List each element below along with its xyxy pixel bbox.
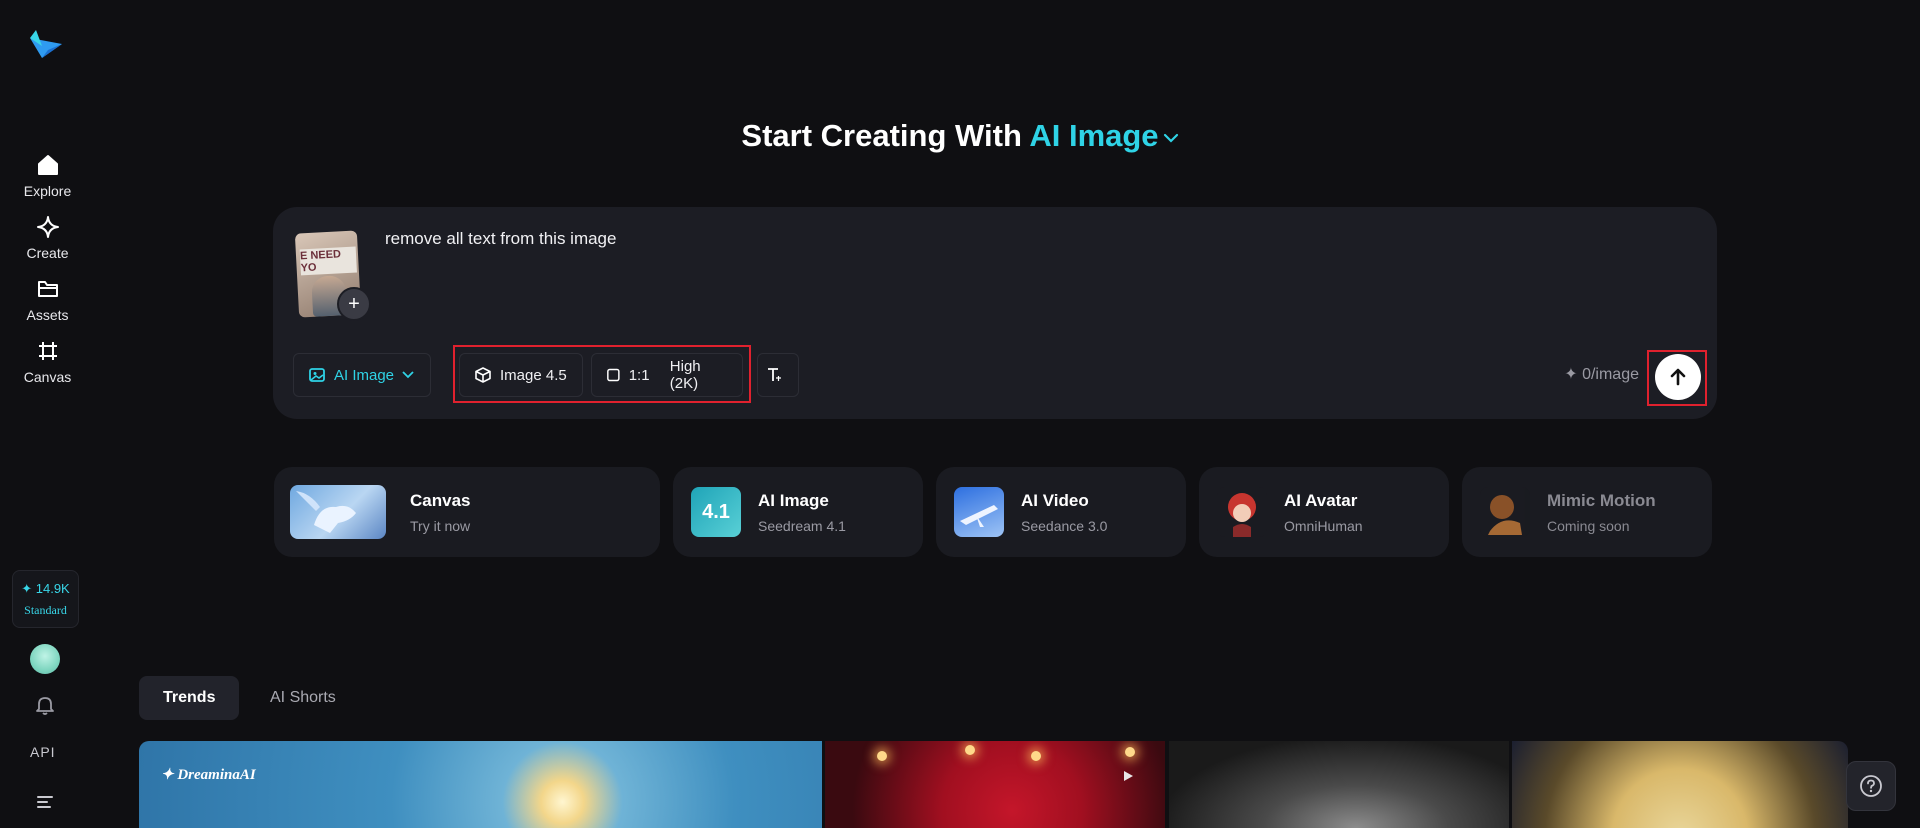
mode-dropdown[interactable]: AI Image <box>293 353 431 397</box>
gallery-item[interactable]: ✦ DreaminaAI <box>139 741 822 828</box>
light-bulb <box>1125 747 1135 757</box>
home-icon <box>35 152 61 178</box>
gallery-item[interactable] <box>825 741 1165 828</box>
card-mimic-motion[interactable]: Mimic Motion Coming soon <box>1462 467 1712 557</box>
mimic-motion-thumbnail <box>1480 487 1530 537</box>
help-button[interactable] <box>1846 761 1896 811</box>
title-prefix: Start Creating With <box>741 118 1022 153</box>
light-bulb <box>965 745 975 755</box>
chevron-down-icon <box>402 371 414 379</box>
model-selector[interactable]: Image 4.5 <box>459 353 583 397</box>
text-style-button[interactable] <box>757 353 799 397</box>
canvas-thumbnail <box>290 485 386 539</box>
cube-icon <box>475 367 491 383</box>
avatar[interactable] <box>30 644 60 674</box>
ai-video-thumbnail <box>954 487 1004 537</box>
ai-avatar-thumbnail <box>1217 487 1267 537</box>
send-button[interactable] <box>1655 354 1701 400</box>
credits-badge[interactable]: ✦ 14.9K Standard <box>12 570 79 628</box>
thumbnail-sign-text: E NEED YO <box>299 246 357 276</box>
api-link[interactable]: API <box>30 744 56 760</box>
card-title: AI Image <box>758 491 829 510</box>
add-image-button[interactable]: + <box>337 287 371 321</box>
sidebar-item-assets[interactable]: Assets <box>0 276 95 323</box>
play-icon <box>1124 771 1133 781</box>
tab-ai-shorts[interactable]: AI Shorts <box>246 676 360 720</box>
arrow-up-icon <box>1670 368 1686 386</box>
tab-trends[interactable]: Trends <box>139 676 240 720</box>
card-title: Canvas <box>410 491 471 510</box>
canvas-crop-icon <box>35 338 61 364</box>
question-icon <box>1860 775 1882 797</box>
card-title: AI Video <box>1021 491 1089 510</box>
mode-label: AI Image <box>334 366 395 384</box>
chevron-down-icon <box>1163 133 1178 143</box>
app-root: Explore Create Assets Canvas ✦ 14.9K Sta… <box>0 0 1920 828</box>
watermark: ✦ DreaminaAI <box>161 767 256 783</box>
light-bulb <box>1031 751 1041 761</box>
ai-image-thumbnail: 4.1 <box>691 487 741 537</box>
bell-icon[interactable] <box>34 694 56 716</box>
sidebar-item-label: Create <box>26 245 69 261</box>
text-format-icon <box>768 368 781 381</box>
card-subtitle: Seedance 3.0 <box>1021 518 1108 534</box>
sidebar-item-explore[interactable]: Explore <box>0 152 95 199</box>
sidebar-item-label: Canvas <box>23 369 72 385</box>
title-accent: AI Image <box>1029 118 1159 153</box>
folder-icon <box>35 276 61 302</box>
menu-icon[interactable] <box>37 795 55 809</box>
card-title: AI Avatar <box>1284 491 1358 510</box>
square-ratio-icon <box>607 368 620 382</box>
cost-per-image: ✦ 0/image <box>1564 366 1639 383</box>
image-icon <box>309 368 325 382</box>
dreamina-logo-icon[interactable] <box>28 28 64 62</box>
ratio-label: 1:1 <box>628 366 650 384</box>
ratio-quality-selector[interactable]: 1:1 High (2K) <box>591 353 743 397</box>
card-subtitle: Coming soon <box>1547 518 1630 534</box>
prompt-toolbar: AI Image Image 4.5 1:1 High (2K) <box>293 345 799 403</box>
card-ai-video[interactable]: AI Video Seedance 3.0 <box>936 467 1186 557</box>
light-bulb <box>877 751 887 761</box>
sidebar-item-label: Explore <box>23 183 72 199</box>
card-subtitle: Try it now <box>410 518 471 534</box>
card-ai-image[interactable]: 4.1 AI Image Seedream 4.1 <box>673 467 923 557</box>
prompt-input[interactable]: remove all text from this image <box>385 229 616 249</box>
sidebar-item-label: Assets <box>26 307 69 323</box>
gallery-item[interactable] <box>1169 741 1509 828</box>
model-label: Image 4.5 <box>500 366 567 384</box>
card-subtitle: Seedream 4.1 <box>758 518 846 534</box>
credits-amount: ✦ 14.9K <box>21 580 70 596</box>
version-badge: 4.1 <box>702 500 730 523</box>
card-ai-avatar[interactable]: AI Avatar OmniHuman <box>1199 467 1449 557</box>
sidebar-item-create[interactable]: Create <box>0 214 95 261</box>
sidebar-item-canvas[interactable]: Canvas <box>0 338 95 385</box>
page-title: Start Creating With AI Image <box>0 118 1920 154</box>
card-canvas[interactable]: Canvas Try it now <box>274 467 660 557</box>
prompt-panel: E NEED YO + remove all text from this im… <box>273 207 1717 419</box>
card-subtitle: OmniHuman <box>1284 518 1363 534</box>
mode-switch[interactable]: AI Image <box>1029 118 1178 153</box>
gallery-item[interactable] <box>1512 741 1848 828</box>
card-title: Mimic Motion <box>1547 491 1656 510</box>
quality-label: High (2K) <box>669 358 701 392</box>
plan-tier: Standard <box>24 602 67 617</box>
sparkle-diamond-icon <box>35 214 61 240</box>
